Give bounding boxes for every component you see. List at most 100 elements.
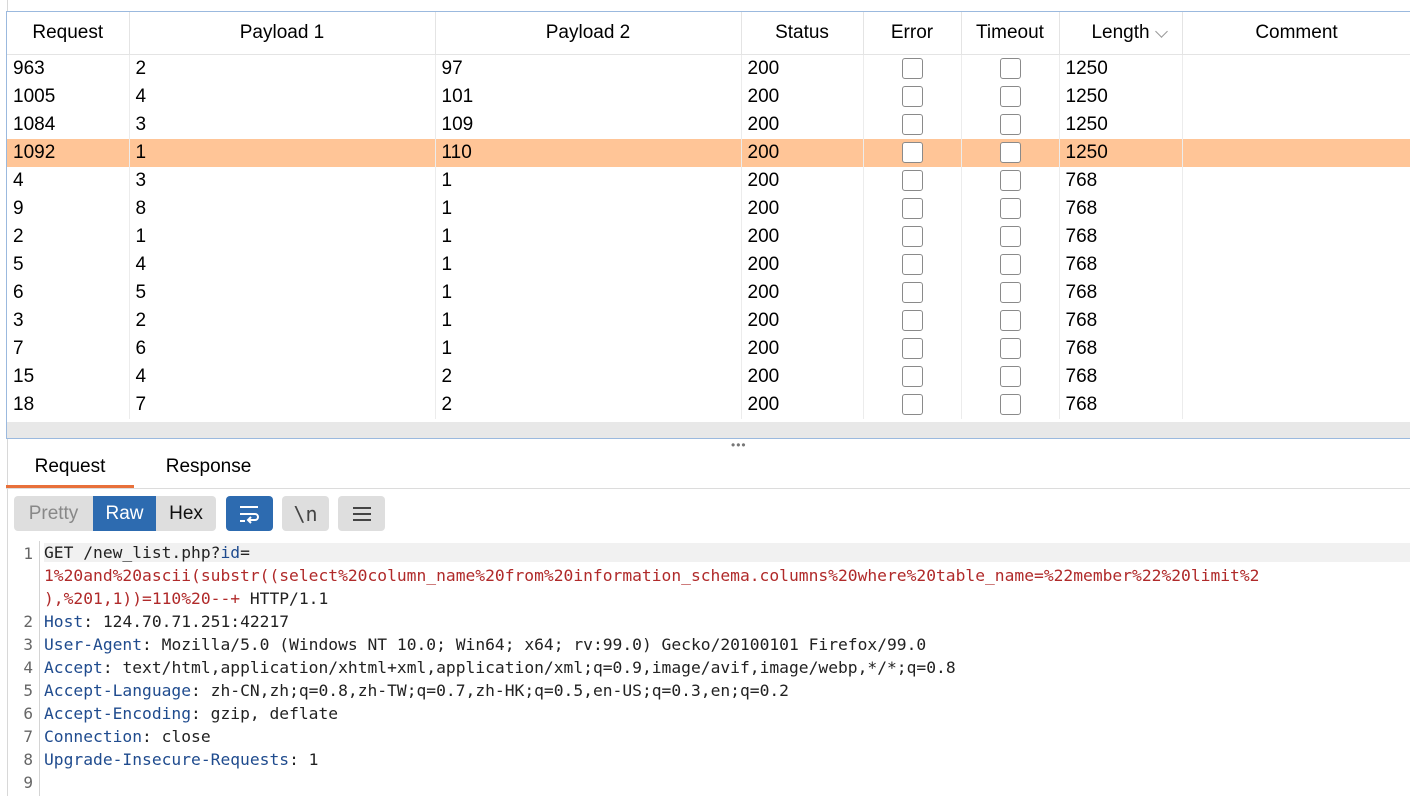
checkbox[interactable] [901, 58, 923, 80]
cell-status: 200 [741, 83, 864, 111]
checkbox[interactable] [901, 142, 923, 164]
column-header-request[interactable]: Request [7, 12, 130, 55]
line-number: 2 [23, 612, 33, 631]
cell-payload1: 4 [129, 83, 436, 111]
line-number: 1 [23, 544, 33, 563]
table-row[interactable]: 1005 4 101 200 1250 [7, 83, 1410, 111]
checkbox[interactable] [901, 254, 923, 276]
cell-payload2: 1 [435, 195, 742, 223]
hex-button[interactable]: Hex [156, 496, 216, 531]
column-header-payload2[interactable]: Payload 2 [435, 12, 742, 55]
checkbox[interactable] [999, 254, 1021, 276]
chk-timeout [961, 139, 1060, 167]
checkbox[interactable] [901, 170, 923, 192]
column-header-status[interactable]: Status [741, 12, 864, 55]
cell-comment [1182, 307, 1410, 335]
cell-payload1: 2 [129, 54, 436, 83]
column-header-payload1[interactable]: Payload 1 [129, 12, 436, 55]
cell-comment [1182, 251, 1410, 279]
line-number: 9 [23, 773, 33, 792]
chk-timeout [961, 363, 1060, 391]
cell-length: 768 [1059, 391, 1183, 419]
chk-error [863, 363, 962, 391]
table-row[interactable]: 5 4 1 200 768 [7, 251, 1410, 279]
request-editor[interactable]: 1 2 3 4 5 6 7 8 9 GET /new_list.php?id= … [6, 541, 1410, 796]
cell-length: 768 [1059, 195, 1183, 223]
request-line-wrap: 1%20and%20ascii(substr((select%20column_… [44, 566, 1259, 585]
checkbox[interactable] [999, 58, 1021, 80]
table-row[interactable]: 1092 1 110 200 1250 [7, 139, 1410, 167]
checkbox[interactable] [901, 198, 923, 220]
cell-length: 768 [1059, 223, 1183, 251]
request-method-path: GET /new_list.php? [44, 543, 221, 562]
cell-comment [1182, 223, 1410, 251]
header-value: zh-CN,zh;q=0.8,zh-TW;q=0.7,zh-HK;q=0.5,e… [200, 681, 789, 700]
line-number: 8 [23, 750, 33, 769]
column-header-length[interactable]: Length [1059, 12, 1183, 55]
cell-comment [1182, 195, 1410, 223]
table-row[interactable]: 4 3 1 200 768 [7, 167, 1410, 195]
checkbox[interactable] [901, 114, 923, 136]
chk-timeout [961, 167, 1060, 195]
cell-status: 200 [741, 251, 864, 279]
table-row[interactable]: 963 2 97 200 1250 [7, 54, 1410, 83]
checkbox[interactable] [999, 338, 1021, 360]
checkbox[interactable] [901, 366, 923, 388]
table-row[interactable]: 3 2 1 200 768 [7, 307, 1410, 335]
header-name: User-Agent [44, 635, 143, 654]
pretty-button[interactable]: Pretty [14, 496, 93, 531]
checkbox[interactable] [999, 282, 1021, 304]
header-line: User-Agent: Mozilla/5.0 (Windows NT 10.0… [44, 635, 926, 654]
cell-length: 1250 [1059, 111, 1183, 139]
checkbox[interactable] [901, 394, 923, 416]
table-row[interactable]: 15 4 2 200 768 [7, 363, 1410, 391]
newline-button[interactable]: \n [282, 496, 329, 531]
wrap-lines-button[interactable] [226, 496, 273, 531]
cell-request: 4 [7, 167, 130, 195]
table-row[interactable]: 7 6 1 200 768 [7, 335, 1410, 363]
header-name: Connection [44, 727, 143, 746]
checkbox[interactable] [999, 170, 1021, 192]
chk-timeout [961, 223, 1060, 251]
checkbox[interactable] [999, 366, 1021, 388]
table-row[interactable]: 18 7 2 200 768 [7, 391, 1410, 419]
cell-payload1: 1 [129, 139, 436, 167]
checkbox[interactable] [999, 114, 1021, 136]
checkbox[interactable] [901, 310, 923, 332]
tab-request[interactable]: Request [6, 448, 134, 488]
chk-error [863, 391, 962, 419]
line-number: 3 [23, 635, 33, 654]
table-row[interactable]: 9 8 1 200 768 [7, 195, 1410, 223]
menu-button[interactable] [338, 496, 385, 531]
table-row[interactable]: 1084 3 109 200 1250 [7, 111, 1410, 139]
checkbox[interactable] [999, 394, 1021, 416]
table-row[interactable]: 6 5 1 200 768 [7, 279, 1410, 307]
column-header-error[interactable]: Error [863, 12, 962, 55]
cell-request: 9 [7, 195, 130, 223]
checkbox[interactable] [901, 86, 923, 108]
line-number: 4 [23, 658, 33, 677]
raw-button[interactable]: Raw [93, 496, 156, 531]
cell-comment [1182, 54, 1410, 83]
tab-response[interactable]: Response [151, 448, 266, 488]
checkbox[interactable] [901, 282, 923, 304]
checkbox[interactable] [999, 226, 1021, 248]
cell-length: 1250 [1059, 83, 1183, 111]
checkbox[interactable] [999, 198, 1021, 220]
checkbox[interactable] [999, 86, 1021, 108]
column-header-timeout[interactable]: Timeout [961, 12, 1060, 55]
cell-length: 768 [1059, 307, 1183, 335]
table-row[interactable]: 2 1 1 200 768 [7, 223, 1410, 251]
column-header-length-label: Length [1091, 22, 1150, 43]
header-name: Accept-Language [44, 681, 192, 700]
checkbox[interactable] [901, 226, 923, 248]
chk-error [863, 167, 962, 195]
checkbox[interactable] [901, 338, 923, 360]
horizontal-scrollbar[interactable] [7, 422, 1410, 438]
column-header-comment[interactable]: Comment [1182, 12, 1410, 55]
pane-splitter[interactable] [0, 440, 1410, 448]
query-param-value-end: ),%201,1))=110%20--+ [44, 589, 241, 608]
header-name: Accept [44, 658, 103, 677]
checkbox[interactable] [999, 310, 1021, 332]
checkbox[interactable] [999, 142, 1021, 164]
